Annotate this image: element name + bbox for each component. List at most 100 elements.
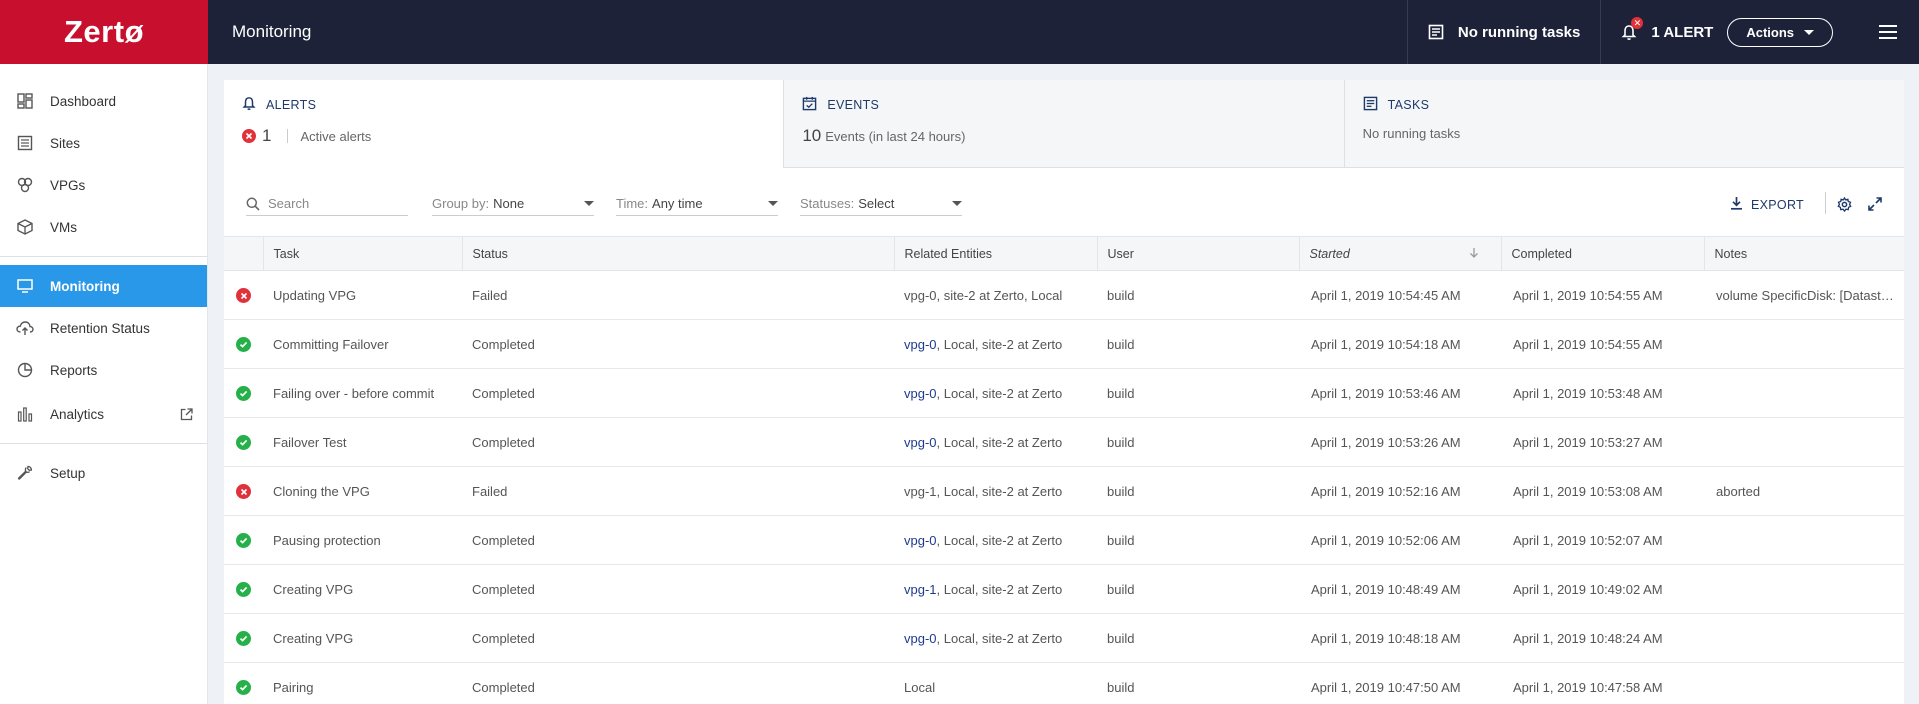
task-cell: Creating VPG <box>263 564 462 614</box>
search-icon <box>246 197 260 211</box>
sidebar-item-setup[interactable]: Setup <box>0 452 207 494</box>
status-cell: Failed <box>462 270 894 320</box>
status-cell: Completed <box>462 368 894 418</box>
sidebar-item-label: VMs <box>50 219 77 235</box>
sort-descending-icon <box>1469 247 1479 262</box>
table-row[interactable]: Cloning the VPG Failed vpg-1, Local, site-… <box>224 466 1904 516</box>
related-entities-cell: vpg-1, Local, site-2 at Zerto <box>894 466 1097 516</box>
alerts-indicator[interactable]: ✕ 1 ALERT Actions <box>1600 0 1853 64</box>
vpg-link[interactable]: vpg-0 <box>904 337 937 352</box>
success-check-icon <box>236 680 251 696</box>
sidebar-item-label: Dashboard <box>50 93 117 109</box>
user-cell: build <box>1097 613 1299 663</box>
completed-cell: April 1, 2019 10:47:58 AM <box>1501 662 1704 704</box>
sidebar: Dashboard Sites VPGs VMs Monitoring Rete… <box>0 64 208 704</box>
sidebar-item-vms[interactable]: VMs <box>0 206 207 248</box>
table-row[interactable]: Failing over - before commit Completed vpg… <box>224 368 1904 418</box>
actions-button[interactable]: Actions <box>1727 17 1833 47</box>
status-cell: Failed <box>462 466 894 516</box>
success-check-icon <box>236 337 251 353</box>
table-row[interactable]: Updating VPG Failed vpg-0, site-2 at Zerto… <box>224 270 1904 320</box>
completed-cell: April 1, 2019 10:52:07 AM <box>1501 515 1704 565</box>
task-cell: Updating VPG <box>263 270 462 320</box>
column-header-status[interactable]: Status <box>461 236 894 271</box>
gear-icon[interactable] <box>1837 196 1852 215</box>
tab-alerts[interactable]: ALERTS 1 Active alerts <box>224 80 784 168</box>
notes-cell <box>1704 564 1904 614</box>
alerts-tab-title: ALERTS <box>266 98 317 112</box>
tab-tasks[interactable]: TASKS No running tasks <box>1343 80 1904 168</box>
table-row[interactable]: Creating VPG Completed vpg-1, Local, site-… <box>224 564 1904 614</box>
related-entities-text: , Local, site-2 at Zerto <box>936 581 1063 597</box>
vpg-link[interactable]: vpg-0 <box>904 631 937 646</box>
related-entities-cell: vpg-0, site-2 at Zerto, Local <box>894 270 1097 320</box>
status-cell: Completed <box>462 662 894 704</box>
related-entities-text: , Local, site-2 at Zerto <box>936 385 1063 401</box>
started-cell: April 1, 2019 10:52:16 AM <box>1299 466 1501 516</box>
export-button[interactable]: EXPORT <box>1730 196 1804 213</box>
notes-cell <box>1704 368 1904 418</box>
user-cell: build <box>1097 515 1299 565</box>
download-icon <box>1730 196 1743 213</box>
column-header-completed[interactable]: Completed <box>1500 236 1704 271</box>
related-entities-text: vpg-0, site-2 at Zerto, Local <box>904 287 1063 303</box>
table-row[interactable]: Committing Failover Completed vpg-0, Local… <box>224 319 1904 369</box>
column-header-notes[interactable]: Notes <box>1703 236 1904 271</box>
column-header-task[interactable]: Task <box>262 236 462 271</box>
menu-icon[interactable] <box>1879 25 1897 39</box>
status-icon-cell <box>224 368 263 418</box>
search-input[interactable]: Search <box>246 192 408 216</box>
sidebar-item-monitoring[interactable]: Monitoring <box>0 265 207 307</box>
time-dropdown[interactable]: Time: Any time <box>616 192 778 216</box>
alerts-label: Active alerts <box>300 128 372 144</box>
pie-chart-icon <box>14 362 36 378</box>
notes-cell <box>1704 613 1904 663</box>
events-label: Events (in last 24 hours) <box>825 128 966 144</box>
error-icon <box>242 129 256 143</box>
sidebar-item-label: Setup <box>50 465 86 481</box>
sidebar-item-vpgs[interactable]: VPGs <box>0 164 207 206</box>
vpgs-icon <box>14 177 36 193</box>
alerts-count: 1 <box>262 126 272 145</box>
table-row[interactable]: Creating VPG Completed vpg-0, Local, site-… <box>224 613 1904 663</box>
started-cell: April 1, 2019 10:53:46 AM <box>1299 368 1501 418</box>
table-row[interactable]: Failover Test Completed vpg-0, Local, site… <box>224 417 1904 467</box>
sidebar-item-dashboard[interactable]: Dashboard <box>0 80 207 122</box>
chevron-down-icon <box>952 201 962 206</box>
user-cell: build <box>1097 466 1299 516</box>
external-link-icon <box>180 407 193 421</box>
column-header-user[interactable]: User <box>1096 236 1299 271</box>
sidebar-item-retention-status[interactable]: Retention Status <box>0 307 207 349</box>
sidebar-item-analytics[interactable]: Analytics <box>0 391 207 437</box>
vpg-link[interactable]: vpg-1 <box>904 582 937 597</box>
vpg-link[interactable]: vpg-0 <box>904 435 937 450</box>
bar-chart-icon <box>14 406 36 422</box>
related-entities-cell: vpg-0, Local, site-2 at Zerto <box>894 319 1097 369</box>
sidebar-item-sites[interactable]: Sites <box>0 122 207 164</box>
table-row[interactable]: Pairing Completed Local build April 1, 2019 … <box>224 662 1904 704</box>
running-tasks-indicator[interactable]: No running tasks <box>1406 0 1601 64</box>
task-list-icon <box>1428 24 1444 40</box>
notes-cell: volume SpecificDisk: [Datastore1] vm-0/v… <box>1704 270 1904 320</box>
related-entities-cell: vpg-0, Local, site-2 at Zerto <box>894 613 1097 663</box>
table-row[interactable]: Pausing protection Completed vpg-0, Local,… <box>224 515 1904 565</box>
related-entities-cell: vpg-0, Local, site-2 at Zerto <box>894 515 1097 565</box>
search-placeholder: Search <box>268 196 310 211</box>
tab-events[interactable]: EVENTS 10 Events (in last 24 hours) <box>783 80 1344 168</box>
expand-icon[interactable] <box>1868 197 1882 214</box>
vpg-link[interactable]: vpg-0 <box>904 533 937 548</box>
completed-cell: April 1, 2019 10:53:48 AM <box>1501 368 1704 418</box>
sidebar-item-reports[interactable]: Reports <box>0 349 207 391</box>
calendar-check-icon <box>802 96 817 114</box>
related-entities-cell: vpg-0, Local, site-2 at Zerto <box>894 368 1097 418</box>
column-header-started[interactable]: Started <box>1298 236 1501 271</box>
started-cell: April 1, 2019 10:47:50 AM <box>1299 662 1501 704</box>
user-cell: build <box>1097 319 1299 369</box>
statuses-dropdown[interactable]: Statuses: Select <box>800 192 962 216</box>
vpg-link[interactable]: vpg-0 <box>904 386 937 401</box>
column-header-related-entities[interactable]: Related Entities <box>893 236 1097 271</box>
completed-cell: April 1, 2019 10:54:55 AM <box>1501 270 1704 320</box>
zerto-logo[interactable]: Zertø <box>0 0 208 64</box>
group-by-dropdown[interactable]: Group by: None <box>432 192 594 216</box>
sidebar-item-label: Analytics <box>50 406 105 422</box>
